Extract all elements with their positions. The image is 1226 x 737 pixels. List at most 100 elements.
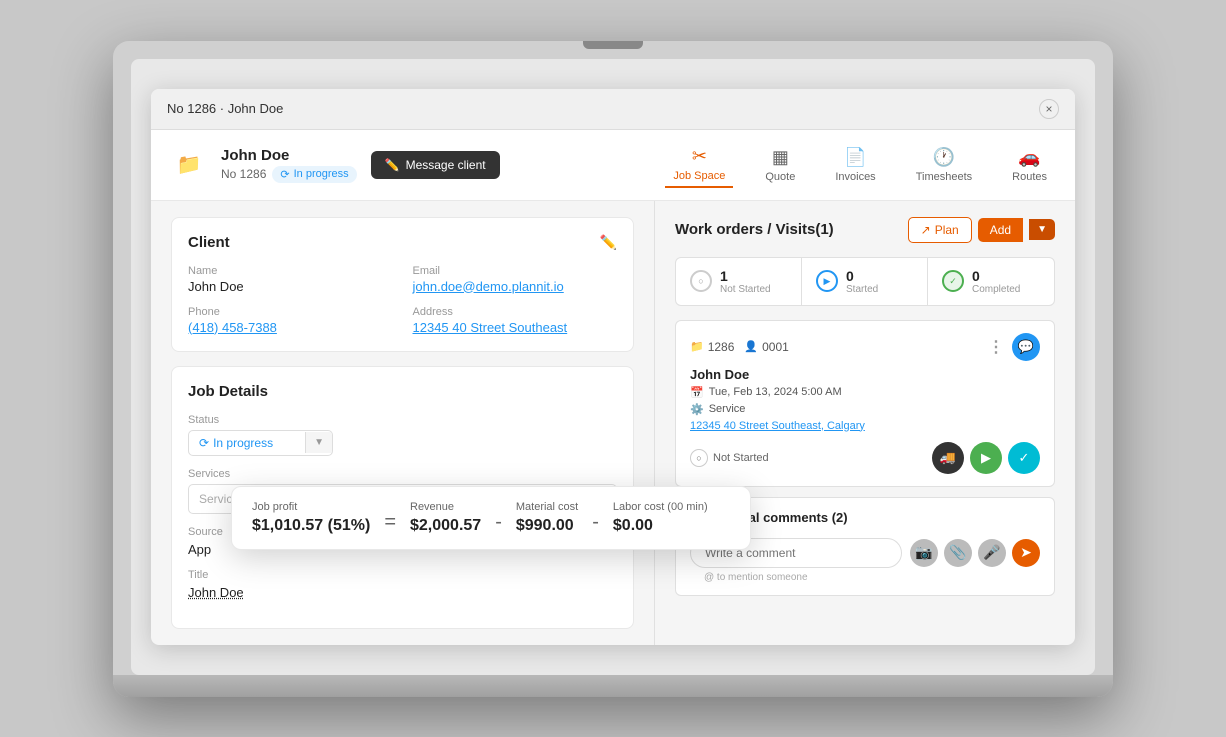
revenue-label: Revenue xyxy=(410,501,481,513)
wo-truck-button[interactable]: 🚚 xyxy=(932,442,964,474)
close-button[interactable]: × xyxy=(1039,99,1059,119)
address-label: Address xyxy=(413,306,618,318)
mention-hint: @ to mention someone xyxy=(690,572,1040,583)
wo-person-icon: 👤 xyxy=(744,340,758,353)
wo-play-button[interactable]: ▶ xyxy=(970,442,1002,474)
job-number-label: No 1286 xyxy=(221,167,266,181)
completed-label: Completed xyxy=(972,284,1020,295)
job-details-title: Job Details xyxy=(188,383,268,400)
profit-popup: Job profit $1,010.57 (51%) = Revenue $2,… xyxy=(231,486,751,550)
job-space-icon: ✂ xyxy=(692,146,707,167)
client-section-title: Client xyxy=(188,234,230,251)
address-value[interactable]: 12345 40 Street Southeast xyxy=(413,320,618,335)
status-select-value: In progress xyxy=(213,436,273,450)
modal-title: No 1286 · John Doe xyxy=(167,101,283,116)
wo-date-value: Tue, Feb 13, 2024 5:00 AM xyxy=(709,386,842,398)
status-not-started[interactable]: ○ 1 Not Started xyxy=(676,258,802,305)
minus1-operator: - xyxy=(481,511,516,534)
eq-operator: = xyxy=(370,511,410,534)
invoices-icon: 📄 xyxy=(844,147,866,168)
message-btn-label: Message client xyxy=(406,158,486,172)
wo-menu-button[interactable]: ⋮ xyxy=(988,337,1004,357)
completed-circle: ✓ xyxy=(942,270,964,292)
email-value[interactable]: john.doe@demo.plannit.io xyxy=(413,279,618,294)
spinner-icon: ⟳ xyxy=(280,168,289,181)
wo-status-text: Not Started xyxy=(713,452,769,464)
material-cost-value: $990.00 xyxy=(516,517,578,535)
wo-ids: 📁 1286 👤 0001 xyxy=(690,340,789,354)
tab-routes[interactable]: 🚗 Routes xyxy=(1004,143,1055,187)
not-started-label: Not Started xyxy=(720,284,771,295)
started-label: Started xyxy=(846,284,878,295)
started-circle: ▶ xyxy=(816,270,838,292)
tab-routes-label: Routes xyxy=(1012,171,1047,183)
calendar-icon: 📅 xyxy=(690,386,704,399)
status-form-label: Status xyxy=(188,414,617,426)
tab-job-space-label: Job Space xyxy=(673,170,725,182)
add-button[interactable]: Add xyxy=(978,218,1023,242)
started-count: 0 xyxy=(846,268,878,284)
wo-status-icon: ○ xyxy=(690,449,708,467)
folder-icon: 📁 xyxy=(171,147,207,183)
phone-value[interactable]: (418) 458-7388 xyxy=(188,320,393,335)
send-button[interactable]: ➤ xyxy=(1012,539,1040,567)
status-badge: ⟳ In progress xyxy=(272,166,356,183)
material-cost-label: Material cost xyxy=(516,501,578,513)
attach-button[interactable]: 📎 xyxy=(944,539,972,567)
wo-chat-button[interactable]: 💬 xyxy=(1012,333,1040,361)
mic-button[interactable]: 🎤 xyxy=(978,539,1006,567)
edit-client-icon[interactable]: ✏️ xyxy=(600,234,617,251)
not-started-count: 1 xyxy=(720,268,771,284)
tab-quote-label: Quote xyxy=(765,171,795,183)
tab-invoices-label: Invoices xyxy=(835,171,875,183)
wo-status-badge: ○ Not Started xyxy=(690,449,769,467)
add-dropdown-button[interactable]: ▼ xyxy=(1029,219,1055,240)
title-value: John Doe xyxy=(188,585,617,600)
wo-address[interactable]: 12345 40 Street Southeast, Calgary xyxy=(690,420,1040,432)
tab-timesheets-label: Timesheets xyxy=(916,171,972,183)
message-client-button[interactable]: ✏️ Message client xyxy=(371,151,500,179)
name-label: Name xyxy=(188,265,393,277)
wo-visit-id: 0001 xyxy=(762,340,789,354)
window-title-text: No 1286 · John Doe xyxy=(167,101,283,116)
labor-cost-label: Labor cost (00 min) xyxy=(613,501,708,513)
tab-job-space[interactable]: ✂ Job Space xyxy=(665,142,733,188)
status-spinner-icon: ⟳ xyxy=(199,436,209,450)
revenue-value: $2,000.57 xyxy=(410,517,481,535)
status-label-text: In progress xyxy=(294,168,349,180)
phone-label: Phone xyxy=(188,306,393,318)
completed-count: 0 xyxy=(972,268,1020,284)
quote-icon: ▦ xyxy=(772,147,789,168)
tools-icon: ⚙️ xyxy=(690,403,704,416)
status-select-inner: ⟳ In progress xyxy=(189,431,305,455)
wo-complete-button[interactable]: ✓ xyxy=(1008,442,1040,474)
tab-invoices[interactable]: 📄 Invoices xyxy=(827,143,883,187)
message-icon: ✏️ xyxy=(385,158,400,172)
timesheets-icon: 🕐 xyxy=(933,147,955,168)
services-form-label: Services xyxy=(188,468,617,480)
wo-client-name: John Doe xyxy=(690,367,1040,382)
camera-button[interactable]: 📷 xyxy=(910,539,938,567)
not-started-circle: ○ xyxy=(690,270,712,292)
name-value: John Doe xyxy=(188,279,393,294)
status-completed[interactable]: ✓ 0 Completed xyxy=(928,258,1054,305)
labor-cost-value: $0.00 xyxy=(613,517,708,535)
status-select-wrapper[interactable]: ⟳ In progress ▼ xyxy=(188,430,333,456)
plan-btn-label: Plan xyxy=(935,223,959,237)
minus2-operator: - xyxy=(578,511,613,534)
wo-service-value: Service xyxy=(709,403,746,415)
wo-job-id: 1286 xyxy=(708,340,735,354)
tab-timesheets[interactable]: 🕐 Timesheets xyxy=(908,143,980,187)
wo-folder-icon: 📁 xyxy=(690,340,704,353)
client-name: John Doe xyxy=(221,147,357,164)
status-started[interactable]: ▶ 0 Started xyxy=(802,258,928,305)
plan-icon: ↗ xyxy=(921,223,931,237)
plan-button[interactable]: ↗ Plan xyxy=(908,217,972,243)
title-label: Title xyxy=(188,569,617,581)
work-orders-title: Work orders / Visits(1) xyxy=(675,221,834,238)
routes-icon: 🚗 xyxy=(1018,147,1040,168)
email-label: Email xyxy=(413,265,618,277)
tab-quote[interactable]: ▦ Quote xyxy=(757,143,803,187)
status-counts-container: ○ 1 Not Started ▶ 0 Started xyxy=(675,257,1055,306)
status-select-arrow[interactable]: ▼ xyxy=(305,432,332,453)
